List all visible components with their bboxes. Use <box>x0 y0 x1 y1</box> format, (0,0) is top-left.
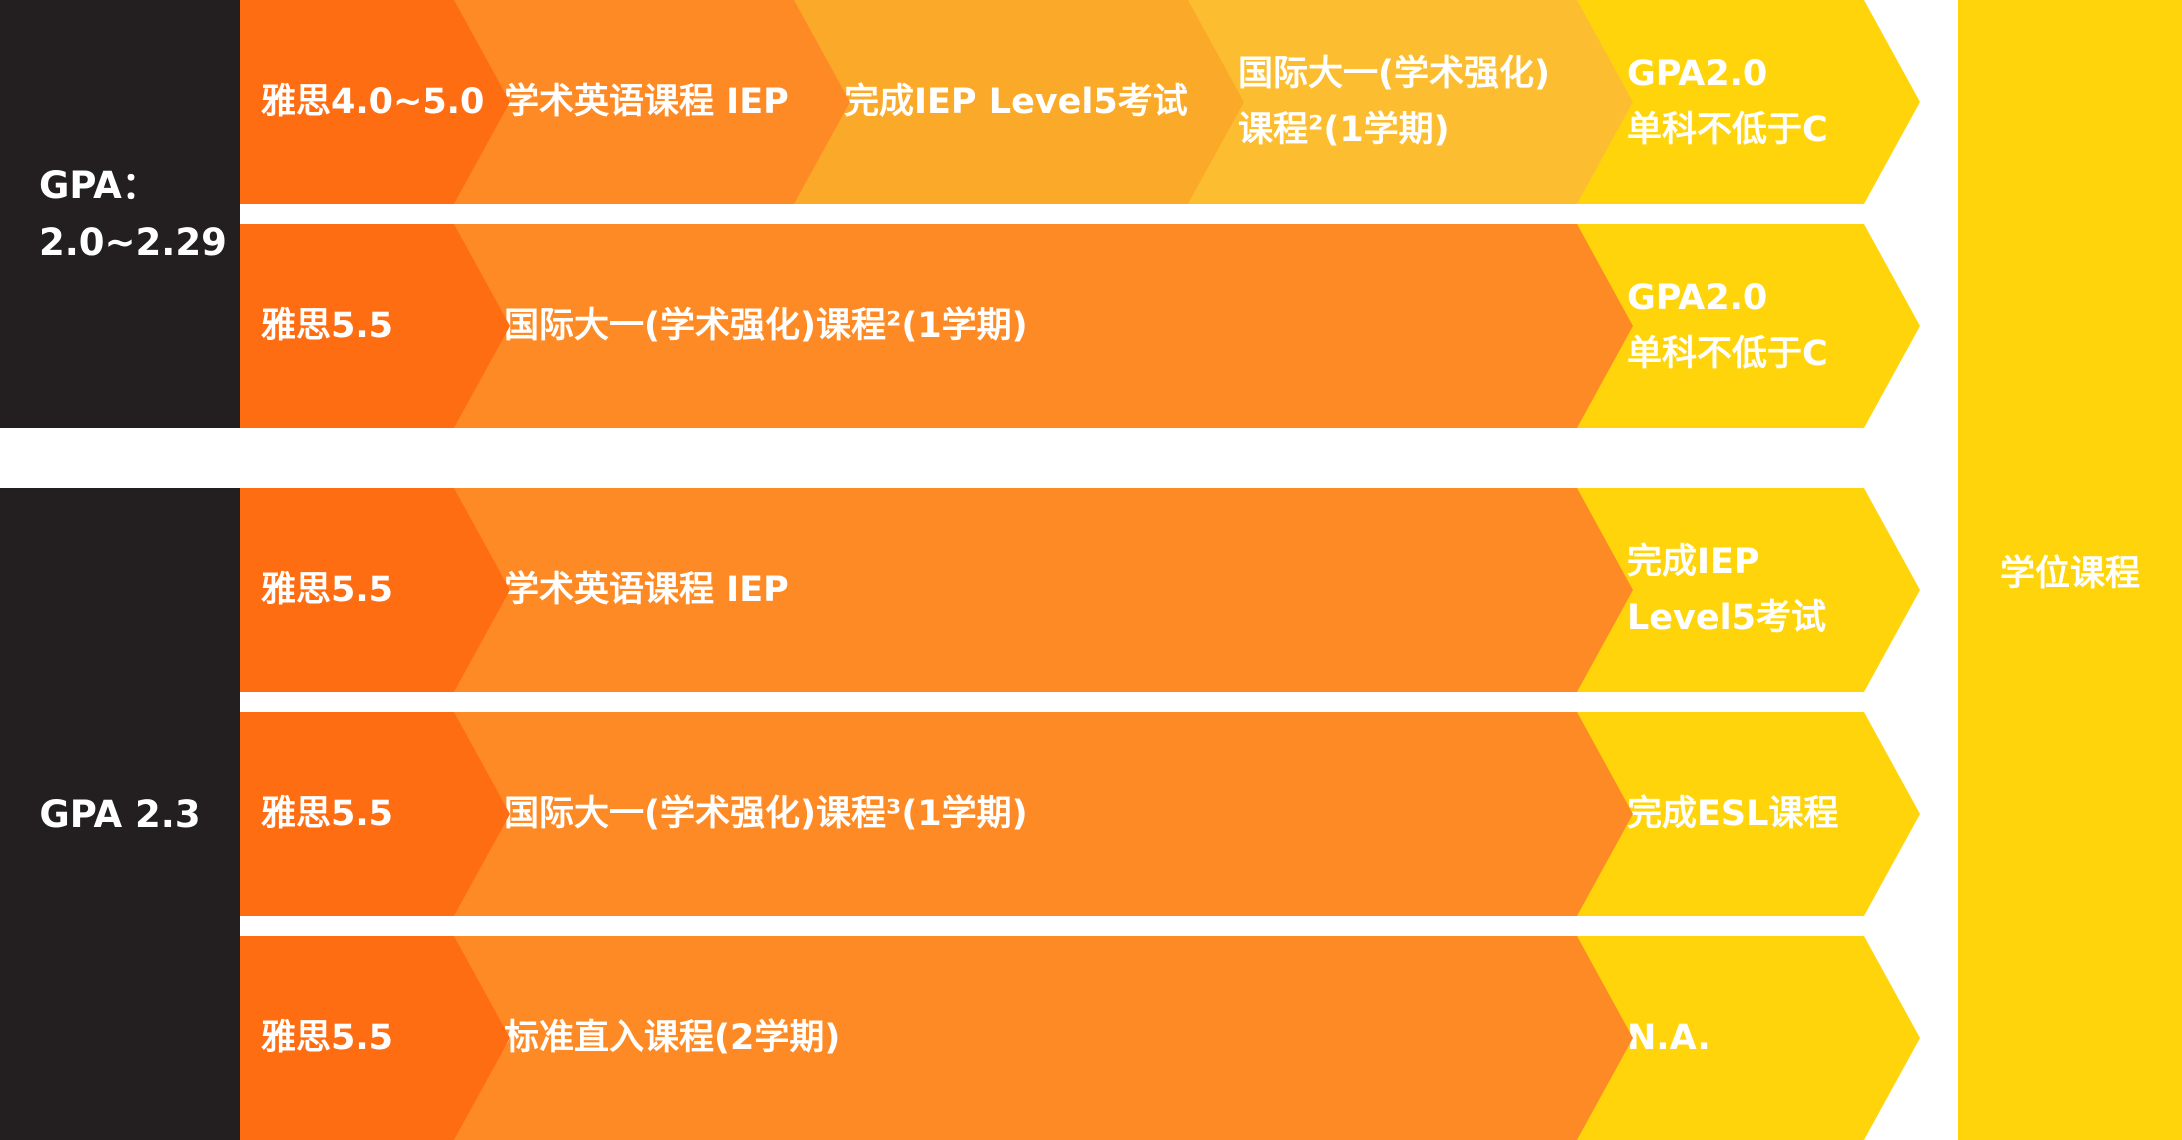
degree-program-label: 学位课程 <box>1999 553 2140 594</box>
pathway-step: 国际大一(学术强化) 课程²(1学期) <box>1188 0 1633 204</box>
pathway-step-text: GPA2.0 单科不低于C <box>1627 270 1828 382</box>
pathway-step-text: 雅思5.5 <box>261 786 393 842</box>
pathway-step-text: 国际大一(学术强化)课程³(1学期) <box>504 786 1028 842</box>
pathway-step-line: 雅思5.5 <box>261 1018 394 1058</box>
pathway-step-line: 学术英语课程 IEP <box>504 570 789 610</box>
pathway-step-line: 雅思5.5 <box>261 570 394 610</box>
gpa-label-line: 2.0~2.29 <box>39 221 227 264</box>
pathway-step: 雅思5.5 <box>240 488 510 692</box>
pathway-step: 完成IEP Level5考试 <box>794 0 1244 204</box>
pathway-step-line: 国际大一(学术强化)课程²(1学期) <box>504 306 1028 346</box>
pathway-step: 雅思4.0~5.0 <box>240 0 510 204</box>
pathway-step-line: N.A. <box>1627 1018 1711 1058</box>
pathway-step: 学术英语课程 IEP <box>454 0 850 204</box>
pathway-step-line: 雅思5.5 <box>261 306 394 346</box>
pathway-step-line: 完成IEP <box>1627 542 1760 582</box>
pathway-step-text: GPA2.0 单科不低于C <box>1627 46 1828 158</box>
pathway-step-text: 完成ESL课程 <box>1627 786 1838 842</box>
gpa-label-line: GPA 2.3 <box>39 792 201 836</box>
pathway-step-text: 完成IEP Level5考试 <box>1627 534 1826 646</box>
pathway-step: 雅思5.5 <box>240 712 510 916</box>
pathway-step-text: 学术英语课程 IEP <box>504 562 789 618</box>
pathway-step-text: N.A. <box>1627 1010 1711 1066</box>
gpa-label-box: GPA 2.3 <box>0 488 240 1140</box>
pathway-step-line: 课程²(1学期) <box>1238 110 1450 150</box>
pathway-row: GPA2.0 单科不低于C 国际大一(学术强化) 课程²(1学期) 完成IEP Leve… <box>240 0 1920 204</box>
pathway-step-text: 完成IEP Level5考试 <box>844 74 1188 130</box>
pathway-step: 雅思5.5 <box>240 224 510 428</box>
gpa-label-line: GPA： <box>39 164 159 207</box>
pathway-step: 国际大一(学术强化)课程²(1学期) <box>454 224 1633 428</box>
pathway-step-line: 学术英语课程 IEP <box>504 82 789 122</box>
pathway-step-text: 雅思4.0~5.0 <box>261 74 484 130</box>
pathway-row: N.A. 标准直入课程(2学期) 雅思5.5 <box>240 936 1920 1140</box>
pathway-step-text: 雅思5.5 <box>261 298 393 354</box>
pathway-step-text: 雅思5.5 <box>261 562 393 618</box>
pathway-step-line: 标准直入课程(2学期) <box>504 1018 841 1058</box>
pathway-step: 学术英语课程 IEP <box>454 488 1633 692</box>
gpa-label-box: GPA： 2.0~2.29 <box>0 0 240 428</box>
pathway-step-line: 国际大一(学术强化) <box>1238 54 1550 94</box>
pathway-row: 完成ESL课程 国际大一(学术强化)课程³(1学期) 雅思5.5 <box>240 712 1920 916</box>
pathway-step-line: Level5考试 <box>1627 598 1826 638</box>
pathway-step-text: 国际大一(学术强化) 课程²(1学期) <box>1238 46 1550 158</box>
pathway-step: 标准直入课程(2学期) <box>454 936 1633 1140</box>
pathway-step-line: 单科不低于C <box>1627 110 1828 150</box>
pathway-step-line: 完成IEP Level5考试 <box>844 82 1188 122</box>
pathway-step-text: 雅思5.5 <box>261 1010 393 1066</box>
pathway-step-text: 标准直入课程(2学期) <box>504 1010 840 1066</box>
pathway-row: GPA2.0 单科不低于C 国际大一(学术强化)课程²(1学期) 雅思5.5 <box>240 224 1920 428</box>
pathway-step: 雅思5.5 <box>240 936 510 1140</box>
pathway-step: 国际大一(学术强化)课程³(1学期) <box>454 712 1633 916</box>
pathway-step-line: GPA2.0 <box>1627 278 1768 318</box>
pathway-step-line: 国际大一(学术强化)课程³(1学期) <box>504 794 1028 834</box>
pathway-step-text: 学术英语课程 IEP <box>504 74 789 130</box>
pathway-row: 完成IEP Level5考试 学术英语课程 IEP 雅思5.5 <box>240 488 1920 692</box>
pathway-step-line: GPA2.0 <box>1627 54 1768 94</box>
pathway-step-line: 雅思4.0~5.0 <box>261 82 485 122</box>
pathway-step-line: 完成ESL课程 <box>1627 794 1839 834</box>
degree-program-box: 学位课程 <box>1958 0 2182 1140</box>
pathway-step-line: 单科不低于C <box>1627 334 1828 374</box>
pathway-step-line: 雅思5.5 <box>261 794 394 834</box>
pathway-step-text: 国际大一(学术强化)课程²(1学期) <box>504 298 1028 354</box>
